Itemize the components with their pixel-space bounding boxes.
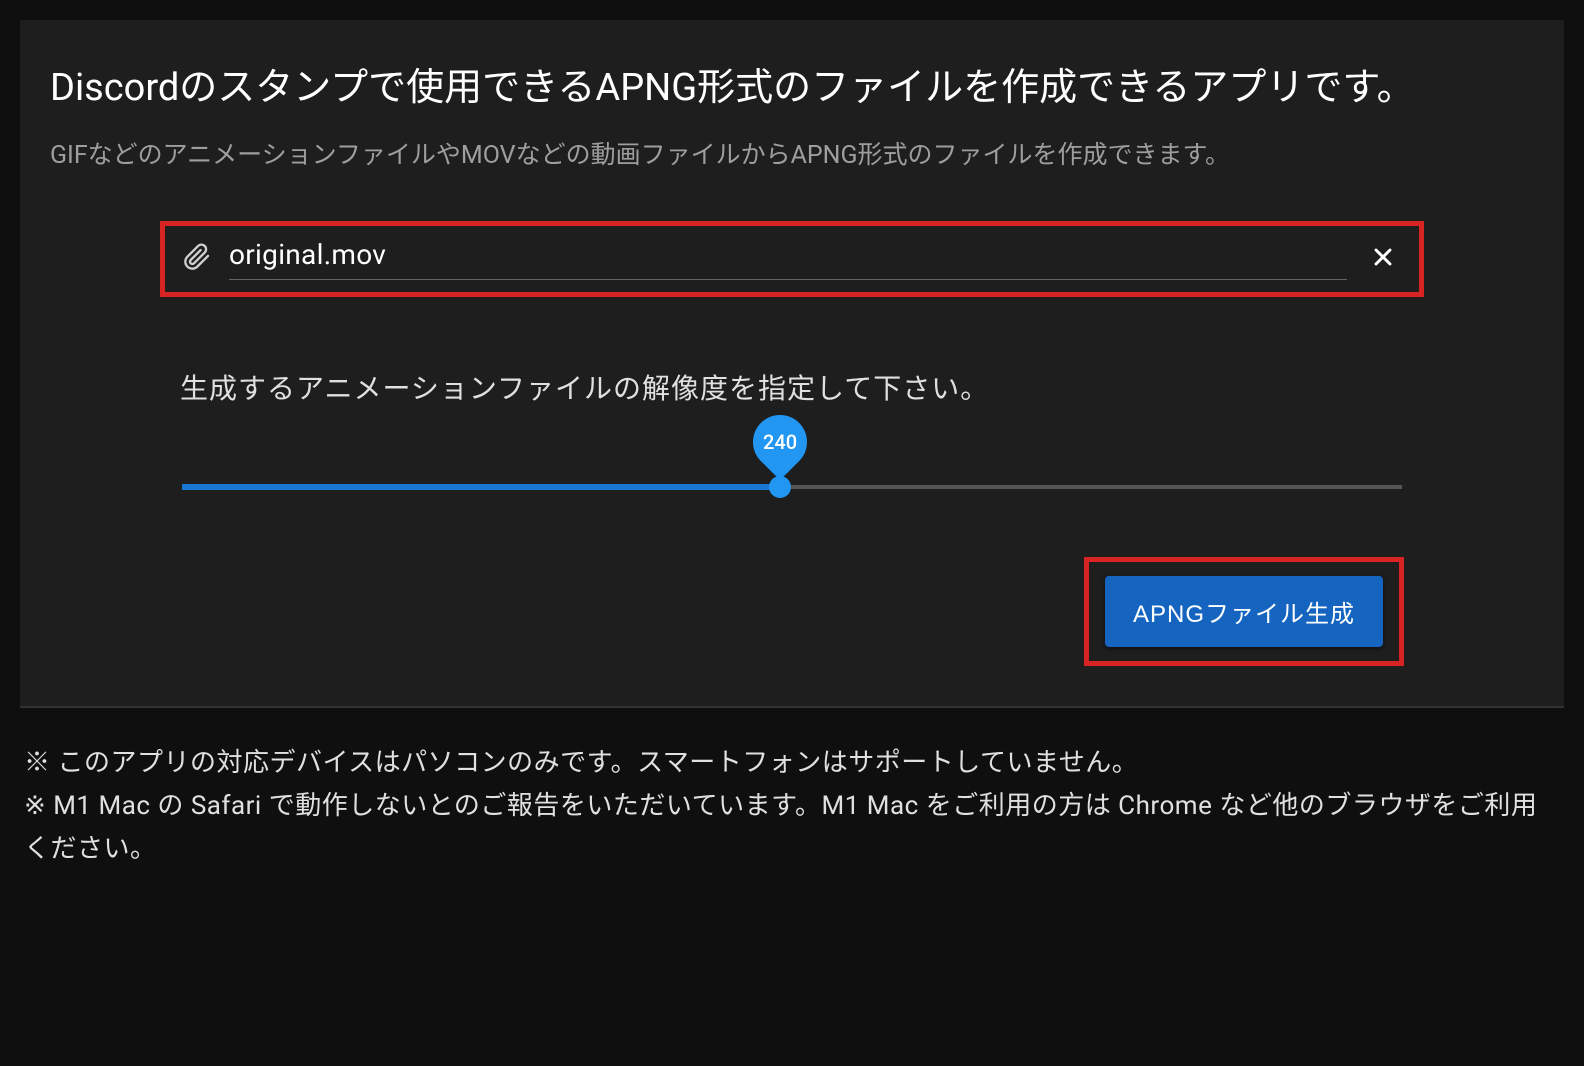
slider-fill <box>182 484 780 490</box>
note-line-2: ※ M1 Mac の Safari で動作しないとのご報告をいただいています。M… <box>24 785 1560 871</box>
resolution-label: 生成するアニメーションファイルの解像度を指定して下さい。 <box>180 367 1404 407</box>
file-input-row: original.mov <box>183 238 1401 280</box>
slider-thumb[interactable] <box>769 476 791 498</box>
clear-file-button[interactable] <box>1365 239 1401 279</box>
action-row: APNGファイル生成 <box>180 557 1404 666</box>
file-name-field[interactable]: original.mov <box>229 238 1347 280</box>
slider-value-text: 240 <box>763 430 797 454</box>
footer-notes: ※ このアプリの対応デバイスはパソコンのみです。スマートフォンはサポートしていま… <box>0 708 1584 905</box>
app-heading: Discordのスタンプで使用できるAPNG形式のファイルを作成できるアプリです… <box>50 60 1534 117</box>
attachment-icon[interactable] <box>183 241 211 277</box>
note-line-1: ※ このアプリの対応デバイスはパソコンのみです。スマートフォンはサポートしていま… <box>24 742 1560 785</box>
resolution-slider[interactable]: 240 <box>182 457 1402 517</box>
main-card: Discordのスタンプで使用できるAPNG形式のファイルを作成できるアプリです… <box>20 20 1564 706</box>
generate-button-highlight: APNGファイル生成 <box>1084 557 1404 666</box>
slider-value-balloon: 240 <box>742 404 818 480</box>
app-subtitle: GIFなどのアニメーションファイルやMOVなどの動画ファイルからAPNG形式のフ… <box>50 135 1534 171</box>
resolution-section: 生成するアニメーションファイルの解像度を指定して下さい。 240 APNGファイ… <box>180 367 1404 666</box>
generate-apng-button[interactable]: APNGファイル生成 <box>1105 576 1383 647</box>
file-input-highlight: original.mov <box>160 221 1424 297</box>
